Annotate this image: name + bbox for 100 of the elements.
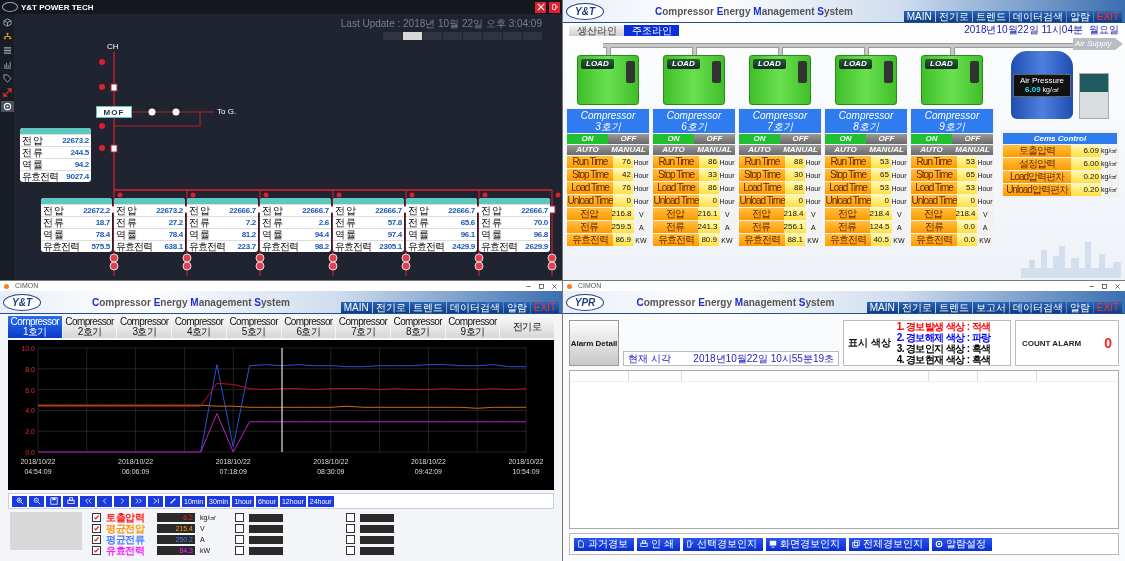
compare-checkbox[interactable] (235, 513, 244, 522)
nav-button[interactable]: 알람 (1066, 302, 1093, 313)
compressor-tab[interactable]: Compressor 1호기 (8, 316, 62, 338)
reading-label: 역 률 (116, 229, 136, 240)
action-button[interactable]: 전체경보인지 (848, 537, 929, 551)
tool-button[interactable] (97, 495, 112, 507)
line-tab[interactable]: 주조라인 (624, 24, 679, 36)
mode-button[interactable]: AUTO (911, 145, 952, 155)
tool-button[interactable] (29, 495, 44, 507)
metric-value: 80.9 (699, 234, 719, 246)
reading-value: 96.1 (460, 230, 475, 239)
restore-icon[interactable] (538, 282, 545, 290)
sidebar-button[interactable] (0, 17, 14, 28)
sidebar-button[interactable] (0, 101, 14, 112)
compare-checkbox[interactable] (235, 535, 244, 544)
compressor-tab[interactable]: Compressor 2호기 (62, 316, 117, 338)
metric-label: 유효전력 (567, 234, 613, 246)
tool-button[interactable] (46, 495, 61, 507)
series-checkbox[interactable] (92, 524, 101, 533)
nav-button[interactable]: 트렌드 (935, 302, 972, 313)
nav-button[interactable]: MAIN (866, 302, 898, 313)
power-toggle[interactable]: OFF (952, 134, 993, 144)
mode-button[interactable]: MANUAL (780, 145, 821, 155)
restore-icon[interactable] (1101, 282, 1108, 290)
mode-button[interactable]: AUTO (739, 145, 780, 155)
compressor-tab[interactable]: Compressor 6호기 (281, 316, 336, 338)
power-toggle[interactable]: OFF (780, 134, 821, 144)
compressor-tab[interactable]: Compressor 5호기 (226, 316, 281, 338)
metric-label: Stop Time (739, 169, 785, 181)
compressor-tab[interactable]: Compressor 4호기 (172, 316, 226, 338)
action-button[interactable]: 화면경보인지 (765, 537, 846, 551)
series-checkbox[interactable] (92, 535, 101, 544)
metric-label: Load Time (739, 182, 785, 194)
metric-value: 53 (871, 182, 891, 194)
action-button[interactable]: 선택경보인지 (682, 537, 763, 551)
action-button[interactable]: 알람설정 (931, 537, 992, 551)
control-panel-icon (884, 61, 893, 83)
nav-button[interactable]: 알람 (503, 302, 530, 313)
power-toggle[interactable]: OFF (866, 134, 907, 144)
mode-button[interactable]: MANUAL (866, 145, 907, 155)
tool-button[interactable] (148, 495, 163, 507)
series-checkbox[interactable] (92, 513, 101, 522)
nav-button[interactable]: 데이터검색 (1009, 11, 1066, 22)
metric-label: Run Time (653, 156, 699, 168)
compressor-tab[interactable]: 전기로 (500, 316, 555, 338)
tool-button[interactable] (131, 495, 146, 507)
compressor-tab[interactable]: Compressor 8호기 (390, 316, 445, 338)
nav-button[interactable]: MAIN (340, 302, 372, 313)
tool-button[interactable] (165, 495, 180, 507)
metric-label: Load Time (567, 182, 613, 194)
compare-checkbox[interactable] (346, 524, 355, 533)
close-icon[interactable] (551, 282, 558, 290)
nav-button[interactable]: 데이터검색 (1009, 302, 1066, 313)
compare-checkbox[interactable] (346, 535, 355, 544)
tool-button[interactable] (12, 495, 27, 507)
reading-label: 역 률 (481, 229, 501, 240)
compressor-tab[interactable]: Compressor 9호기 (445, 316, 500, 338)
action-button[interactable]: 과거경보 (574, 537, 634, 551)
compare-checkbox[interactable] (235, 546, 244, 555)
document-icon (577, 540, 585, 548)
mode-button[interactable]: AUTO (567, 145, 608, 155)
nav-button[interactable]: 전기로 (372, 302, 409, 313)
app-title: Compressor Energy Management System (653, 5, 854, 17)
metric-value: 53 (871, 156, 891, 168)
reading-value: 223.7 (237, 242, 256, 251)
alarm-detail-button[interactable]: Alarm Detail (569, 320, 619, 366)
nav-button[interactable]: 전기로 (935, 11, 972, 22)
reading-value: 244.5 (70, 148, 89, 157)
compressor-tab[interactable]: Compressor 3호기 (117, 316, 172, 338)
power-toggle[interactable]: OFF (608, 134, 649, 144)
line-tab[interactable]: 생산라인 (569, 24, 624, 36)
time-label: 현재 시각 (628, 351, 671, 366)
pipe-riser (777, 47, 783, 55)
tool-button[interactable] (114, 495, 129, 507)
compare-checkbox[interactable] (346, 513, 355, 522)
mode-button[interactable]: AUTO (653, 145, 694, 155)
action-button[interactable]: 인 쇄 (637, 537, 680, 551)
nav-button[interactable]: 알람 (1066, 11, 1093, 22)
compare-checkbox[interactable] (346, 546, 355, 555)
mode-button[interactable]: MANUAL (952, 145, 993, 155)
compare-checkbox[interactable] (235, 524, 244, 533)
nav-button[interactable]: 데이터검색 (446, 302, 503, 313)
mode-button[interactable]: MANUAL (608, 145, 649, 155)
mode-button[interactable]: AUTO (825, 145, 866, 155)
series-checkbox[interactable] (92, 546, 101, 555)
tool-button[interactable] (63, 495, 78, 507)
nav-button[interactable]: 보고서 (972, 302, 1009, 313)
exit-button[interactable] (549, 1, 560, 13)
compressor-tab[interactable]: Compressor 7호기 (336, 316, 390, 338)
nav-button[interactable]: MAIN (903, 11, 935, 22)
reading-value: 2429.9 (452, 242, 475, 251)
mode-button[interactable]: MANUAL (694, 145, 735, 155)
close-icon[interactable] (1114, 282, 1121, 290)
nav-button[interactable]: 전기로 (898, 302, 935, 313)
reading-label: 유효전력 (408, 241, 444, 252)
app-icon (4, 283, 9, 289)
tool-button[interactable] (80, 495, 95, 507)
nav-button[interactable]: 트렌드 (409, 302, 446, 313)
power-toggle[interactable]: OFF (694, 134, 735, 144)
nav-button[interactable]: 트렌드 (972, 11, 1009, 22)
